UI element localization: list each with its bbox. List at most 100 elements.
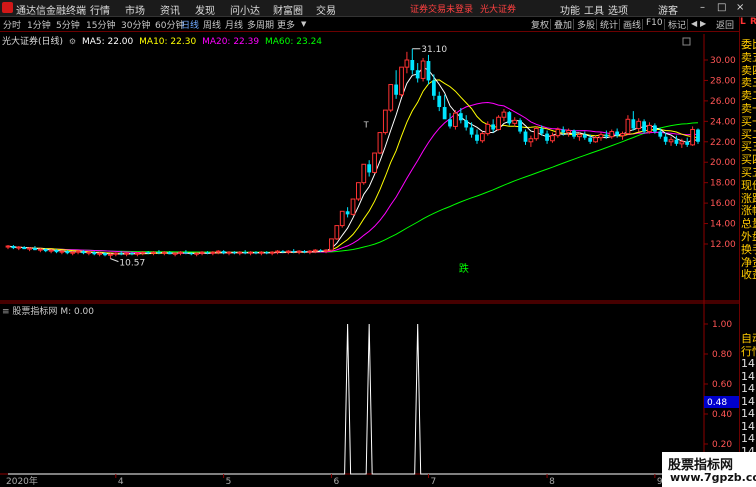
candle-body-down bbox=[518, 120, 522, 132]
forward-right-icon[interactable]: ▶ bbox=[700, 19, 706, 28]
period-monthly[interactable]: 月线 bbox=[225, 18, 243, 31]
candle-body-up bbox=[269, 251, 275, 254]
tick-time-row: 14:5 bbox=[741, 408, 756, 420]
maximize-button[interactable]: □ bbox=[717, 2, 726, 13]
period-tick[interactable]: 分时 bbox=[3, 18, 21, 31]
indicator-m-line bbox=[8, 323, 698, 475]
candle-body-down bbox=[469, 127, 474, 135]
period-multi[interactable]: 多周期 bbox=[247, 18, 274, 31]
indicator-tick-label: 0.20 bbox=[712, 440, 732, 450]
candle-body-down bbox=[318, 250, 323, 252]
candle-body-up bbox=[237, 251, 243, 254]
tool-statistics[interactable]: 统计 bbox=[600, 18, 618, 31]
menu-quotes[interactable]: 行情 bbox=[90, 2, 110, 17]
candle-body-up bbox=[48, 249, 54, 252]
menu-tools[interactable]: 工具 bbox=[584, 2, 604, 17]
candle-body-down bbox=[232, 252, 237, 254]
menu-trade[interactable]: 交易 bbox=[316, 2, 336, 17]
candle-body-up bbox=[533, 127, 539, 140]
tool-restore-rights[interactable]: 复权 bbox=[531, 18, 549, 31]
trading-terminal-window: 通达信金融终端 行情 市场 资讯 发现 问小达 财富圈 交易 证券交易未登录 光… bbox=[0, 0, 756, 487]
tool-f10[interactable]: F10 bbox=[646, 18, 663, 28]
candle-body-up bbox=[361, 163, 367, 184]
menu-news[interactable]: 资讯 bbox=[160, 2, 180, 17]
candlestick-chart[interactable]: 30.00 28.00 26.00 24.00 22.00 20.00 18.00 16.00… bbox=[0, 34, 739, 302]
candle-body-up bbox=[296, 250, 302, 253]
menu-function[interactable]: 功能 bbox=[560, 2, 580, 17]
tool-mark[interactable]: 标记 bbox=[668, 18, 686, 31]
candle-body-down bbox=[43, 249, 48, 252]
guest-user[interactable]: 游客 bbox=[658, 2, 678, 17]
candle-body-down bbox=[458, 113, 463, 121]
period-more[interactable]: 更多 bbox=[277, 18, 295, 31]
menu-discover[interactable]: 发现 bbox=[195, 2, 215, 17]
toolbar-divider bbox=[642, 19, 643, 30]
candle-body-up bbox=[140, 251, 146, 254]
candle-body-up bbox=[108, 253, 113, 256]
price-tick-label: 26.00 bbox=[710, 97, 736, 107]
tool-return[interactable]: 返回 bbox=[716, 18, 734, 31]
quote-row-label: 买五 bbox=[741, 167, 756, 179]
login-notice[interactable]: 证券交易未登录 bbox=[410, 2, 473, 15]
tick-time-row: 14:5 bbox=[741, 395, 756, 408]
candle-body-up bbox=[307, 250, 313, 253]
period-1min[interactable]: 1分钟 bbox=[27, 18, 51, 31]
candle-body-down bbox=[539, 128, 544, 134]
candle-body-down bbox=[281, 251, 285, 253]
fall-marker: 跌 bbox=[459, 262, 469, 275]
period-daily[interactable]: 日线 bbox=[181, 18, 199, 31]
candle-body-up bbox=[388, 84, 394, 111]
candle-body-down bbox=[146, 252, 151, 254]
time-tick-label: 5 bbox=[226, 477, 232, 487]
indicator-chart[interactable]: 1.000.800.600.400.200.48 2020年 4 5 6 7 8 9 bbox=[0, 302, 739, 487]
period-weekly[interactable]: 周线 bbox=[203, 18, 221, 31]
time-axis: 2020年 4 5 6 7 8 9 bbox=[6, 474, 663, 487]
quote-row-label: 卖三 bbox=[741, 77, 756, 90]
candle-body-down bbox=[523, 131, 528, 142]
period-5min[interactable]: 5分钟 bbox=[56, 18, 80, 31]
quote-row-label: 现价 bbox=[741, 179, 756, 192]
menu-ask[interactable]: 问小达 bbox=[230, 2, 260, 17]
menu-options[interactable]: 选项 bbox=[608, 2, 628, 17]
candle-body-up bbox=[226, 251, 232, 254]
quote-row-label: 涨跌 bbox=[741, 192, 756, 205]
menu-market[interactable]: 市场 bbox=[125, 2, 145, 17]
back-left-icon[interactable]: ◀ bbox=[691, 19, 697, 28]
tool-multi-stock[interactable]: 多股 bbox=[577, 18, 595, 31]
candle-body-up bbox=[372, 152, 377, 173]
candle-body-down bbox=[642, 121, 646, 132]
site-watermark: 股票指标网 www.7gpzb.com bbox=[662, 452, 756, 487]
candle-body-down bbox=[221, 251, 226, 254]
candle-body-up bbox=[636, 120, 642, 129]
quote-row-label: 外盘 bbox=[741, 231, 756, 243]
candle-body-up bbox=[178, 251, 183, 254]
tool-draw-line[interactable]: 画线 bbox=[623, 18, 641, 31]
candle-body-up bbox=[5, 245, 11, 248]
quote-row-label: 换手 bbox=[741, 243, 756, 256]
broker-name[interactable]: 光大证券 bbox=[480, 2, 516, 15]
candle-body-up bbox=[593, 137, 598, 143]
candle-body-up bbox=[501, 111, 507, 118]
period-15min[interactable]: 15分钟 bbox=[86, 18, 115, 31]
panel-label-r[interactable]: R bbox=[750, 17, 756, 27]
more-dropdown-icon[interactable]: ▼ bbox=[301, 20, 306, 28]
indicator-axis: 1.00 0.80 0.60 0.40 0.20 0.48 bbox=[704, 320, 739, 450]
high-price-label: 31.10 bbox=[421, 45, 447, 55]
price-tick-label: 30.00 bbox=[710, 56, 736, 66]
minimize-button[interactable]: – bbox=[700, 2, 705, 13]
candle-body-up bbox=[248, 251, 253, 254]
menu-wealth-circle[interactable]: 财富圈 bbox=[273, 2, 303, 17]
candle-body-down bbox=[205, 252, 210, 254]
time-tick-label: 4 bbox=[118, 477, 124, 487]
tool-overlay[interactable]: 叠加 bbox=[554, 18, 572, 31]
period-30min[interactable]: 30分钟 bbox=[121, 18, 150, 31]
price-axis: 30.00 28.00 26.00 24.00 22.00 20.00 18.00 16.00… bbox=[704, 56, 736, 250]
tick-time-row: 14:5 bbox=[741, 383, 756, 395]
expand-chart-icon[interactable] bbox=[682, 37, 691, 46]
candle-body-up bbox=[113, 252, 119, 255]
close-button[interactable]: × bbox=[736, 2, 744, 13]
moving-averages bbox=[7, 66, 699, 255]
quote-row-label: 委比 bbox=[741, 39, 756, 51]
candle-body-up bbox=[668, 139, 674, 143]
candle-body-up bbox=[86, 251, 92, 254]
